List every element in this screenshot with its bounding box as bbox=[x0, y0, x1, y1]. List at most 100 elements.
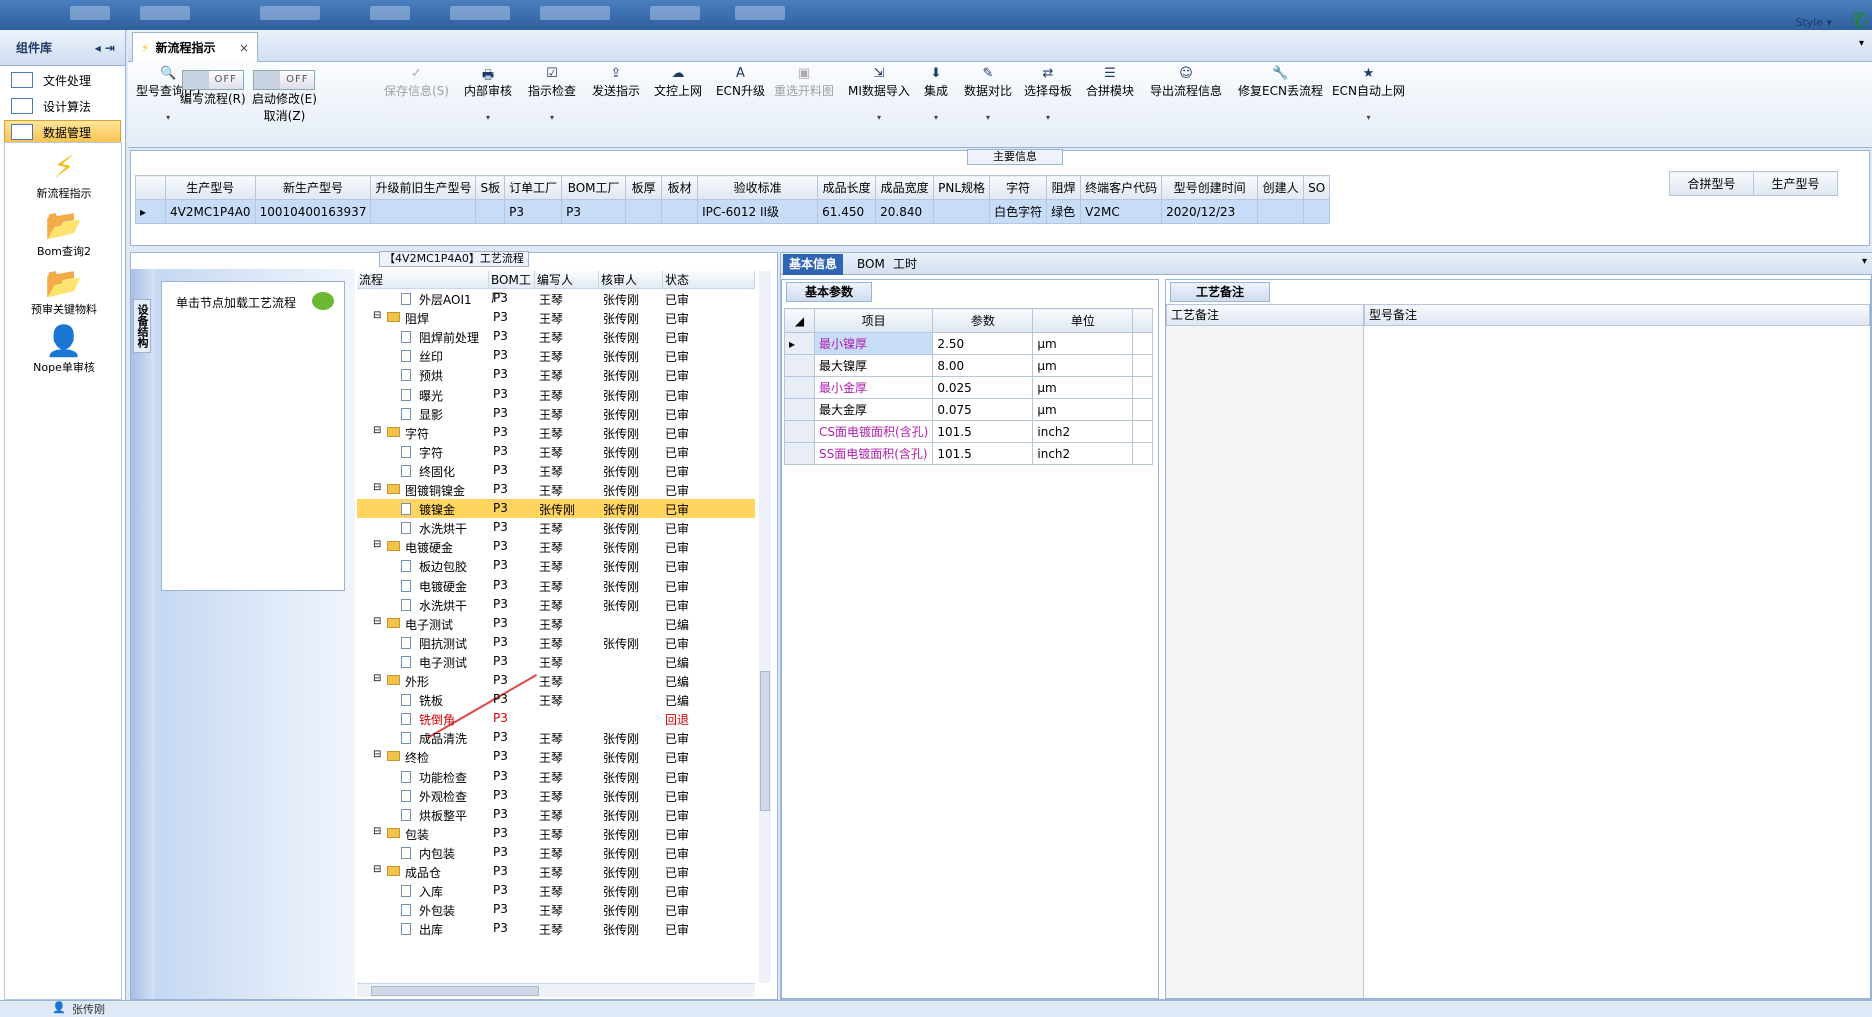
lib-key-material[interactable]: 📂 预审关键物料 bbox=[5, 267, 123, 317]
equipment-tree[interactable]: 单击节点加载工艺流程 bbox=[161, 281, 345, 591]
tree-node[interactable]: 阻焊前处理 P3 王琴 张传刚 已审核 bbox=[357, 327, 755, 346]
param-value[interactable]: 8.00 bbox=[932, 354, 1034, 377]
close-icon[interactable]: × bbox=[239, 41, 249, 55]
col-header[interactable]: BOM工厂 bbox=[561, 175, 627, 200]
ecn-upgrade-button[interactable]: A ECN升级 bbox=[716, 66, 765, 99]
tab-new-flow[interactable]: ⚡ 新流程指示 × bbox=[132, 32, 258, 62]
param-value[interactable]: 0.075 bbox=[932, 398, 1034, 421]
basic-group-tab[interactable]: 基本参数 bbox=[786, 282, 872, 302]
fix-ecn-button[interactable]: 🔧 修复ECN丢流程 bbox=[1238, 66, 1323, 99]
tree-node[interactable]: 电子测试 P3 王琴 已编写 bbox=[357, 652, 755, 671]
tree-node[interactable]: ⊟ 包装 P3 王琴 张传刚 已审核 bbox=[357, 824, 755, 843]
table-row[interactable]: 最大镍厚 8.00 μm bbox=[784, 354, 1154, 377]
cell[interactable]: 白色字符 bbox=[989, 199, 1048, 224]
toggle-switch[interactable]: OFF bbox=[181, 70, 244, 90]
cell[interactable]: 10010400163937 bbox=[254, 199, 372, 224]
save-button[interactable]: ✓ 保存信息(S) bbox=[384, 66, 449, 99]
col-header[interactable]: 验收标准 bbox=[697, 175, 819, 200]
tree-node[interactable]: 丝印 P3 王琴 张传刚 已审核 bbox=[357, 346, 755, 365]
param-unit[interactable]: μm bbox=[1032, 332, 1134, 355]
tree-node[interactable]: 镀镍金 P3 张传刚 张传刚 已审核 bbox=[357, 499, 755, 519]
col-header[interactable]: 成品长度 bbox=[817, 175, 877, 200]
col-header[interactable]: 合拼型号 bbox=[1669, 171, 1754, 196]
equipment-tab[interactable]: 设备结构 bbox=[133, 299, 151, 353]
tree-node[interactable]: 铣倒角 P3 回退 bbox=[357, 709, 755, 728]
param-unit[interactable]: inch2 bbox=[1032, 420, 1134, 443]
col-header[interactable]: 终端客户代码 bbox=[1080, 175, 1163, 200]
tree-node[interactable]: 字符 P3 王琴 张传刚 已审核 bbox=[357, 442, 755, 461]
col-header[interactable]: 流程 bbox=[357, 271, 489, 289]
lib-new-flow[interactable]: ⚡ 新流程指示 bbox=[5, 151, 123, 201]
internal-review-button[interactable]: 🖶 内部审核 ▾ bbox=[464, 66, 512, 122]
nav-design-algorithm[interactable]: 设计算法 bbox=[4, 94, 121, 118]
nav-file-processing[interactable]: 文件处理 bbox=[4, 68, 121, 92]
tree-node[interactable]: 水洗烘干 P3 王琴 张传刚 已审核 bbox=[357, 518, 755, 537]
tree-node[interactable]: ⊟ 字符 P3 王琴 张传刚 已审核 bbox=[357, 423, 755, 442]
cell[interactable] bbox=[1257, 199, 1305, 224]
cell[interactable] bbox=[1303, 199, 1331, 224]
cell[interactable] bbox=[625, 199, 663, 224]
col-header[interactable]: 阻焊 bbox=[1046, 175, 1082, 200]
param-name[interactable]: 最小镍厚 bbox=[813, 332, 934, 355]
expand-icon[interactable]: ⊟ bbox=[373, 482, 381, 493]
col-header[interactable]: 状态 bbox=[663, 271, 755, 289]
ecn-auto-button[interactable]: ★ ECN自动上网 ▾ bbox=[1332, 66, 1405, 122]
col-header[interactable]: 生产型号 bbox=[1753, 171, 1838, 196]
tree-node[interactable]: 内包装 P3 王琴 张传刚 已审核 bbox=[357, 843, 755, 862]
tree-node[interactable]: 外观检查 P3 王琴 张传刚 已审核 bbox=[357, 786, 755, 805]
tree-node[interactable]: 功能检查 P3 王琴 张传刚 已审核 bbox=[357, 767, 755, 786]
tree-node[interactable]: 曝光 P3 王琴 张传刚 已审核 bbox=[357, 385, 755, 404]
cell[interactable] bbox=[933, 199, 991, 224]
tree-node[interactable]: 外层AOI1 P3 王琴 张传刚 已审核 bbox=[357, 289, 755, 308]
param-value[interactable]: 2.50 bbox=[932, 332, 1034, 355]
tree-node[interactable]: 显影 P3 王琴 张传刚 已审核 bbox=[357, 404, 755, 423]
remarks-group-tab[interactable]: 工艺备注 bbox=[1170, 282, 1270, 302]
lib-nope-review[interactable]: 👤 Nope单审核 bbox=[5, 325, 123, 375]
toggle-switch[interactable]: OFF bbox=[253, 70, 316, 90]
tree-node[interactable]: ⊟ 图镀铜镍金 P3 王琴 张传刚 已审核 bbox=[357, 480, 755, 499]
tree-node[interactable]: 出库 P3 王琴 张传刚 已审核 bbox=[357, 919, 755, 938]
col-header[interactable]: 创建人 bbox=[1257, 175, 1305, 200]
tree-node[interactable]: 阻抗测试 P3 王琴 张传刚 已审核 bbox=[357, 633, 755, 652]
col-header[interactable]: 编写人 bbox=[535, 271, 599, 289]
param-value[interactable]: 101.5 bbox=[932, 420, 1034, 443]
export-button[interactable]: ☺ 导出流程信息 bbox=[1150, 66, 1222, 99]
tree-node[interactable]: ⊟ 电镀硬金 P3 王琴 张传刚 已审核 bbox=[357, 537, 755, 556]
param-name[interactable]: 最大金厚 bbox=[813, 398, 934, 421]
table-row[interactable]: ▸ 最小镍厚 2.50 μm bbox=[784, 332, 1154, 355]
cell[interactable] bbox=[370, 199, 477, 224]
integrate-button[interactable]: ⬇ 集成 ▾ bbox=[924, 66, 948, 122]
tree-node[interactable]: 外包装 P3 王琴 张传刚 已审核 bbox=[357, 900, 755, 919]
col-header[interactable]: SO bbox=[1303, 175, 1331, 200]
nav-data-management[interactable]: 数据管理 bbox=[4, 120, 121, 144]
tree-node[interactable]: ⊟ 阻焊 P3 王琴 张传刚 已审核 bbox=[357, 308, 755, 327]
col-header[interactable]: 参数 bbox=[932, 308, 1034, 333]
start-edit-toggle[interactable]: OFF 启动修改(E) 取消(Z) bbox=[252, 70, 317, 124]
style-menu[interactable]: Style ▾ bbox=[1795, 16, 1832, 29]
tree-node[interactable]: 烘板整平 P3 王琴 张传刚 已审核 bbox=[357, 805, 755, 824]
cancel-label[interactable]: 取消(Z) bbox=[264, 109, 306, 123]
col-header[interactable]: 项目 bbox=[813, 308, 934, 333]
merge-module-button[interactable]: ☰ 合拼模块 bbox=[1086, 66, 1134, 99]
tree-node[interactable]: ⊟ 外形 P3 王琴 已编写 bbox=[357, 671, 755, 690]
col-header[interactable]: 成品宽度 bbox=[875, 175, 935, 200]
select-mother-button[interactable]: ⇄ 选择母板 ▾ bbox=[1024, 66, 1072, 122]
col-header[interactable]: S板 bbox=[475, 175, 506, 200]
horizontal-scrollbar[interactable] bbox=[357, 983, 755, 997]
process-tree[interactable]: 流程BOM工厂编写人核审人状态外层AOI1P3王琴张传刚已审核⊟阻焊P3王琴张传… bbox=[357, 271, 773, 983]
col-header[interactable]: 生产型号 bbox=[165, 175, 256, 200]
tree-node[interactable]: 成品清洗 P3 王琴 张传刚 已审核 bbox=[357, 728, 755, 747]
tree-node[interactable]: 水洗烘干 P3 王琴 张传刚 已审核 bbox=[357, 595, 755, 614]
param-name[interactable]: 最大镍厚 bbox=[813, 354, 934, 377]
vertical-scrollbar[interactable] bbox=[759, 271, 771, 983]
param-name[interactable]: 最小金厚 bbox=[813, 376, 934, 399]
col-header[interactable]: 字符 bbox=[989, 175, 1048, 200]
col-header[interactable]: 型号创建时间 bbox=[1161, 175, 1259, 200]
cell[interactable]: 20.840 bbox=[875, 199, 935, 224]
expand-icon[interactable]: ⊟ bbox=[373, 749, 381, 760]
cell[interactable]: IPC-6012 II级 bbox=[697, 199, 819, 224]
col-header[interactable]: 板厚 bbox=[625, 175, 663, 200]
expand-icon[interactable]: ⊟ bbox=[373, 673, 381, 684]
col-header[interactable]: BOM工厂 bbox=[489, 271, 535, 305]
chevron-down-icon[interactable]: ▾ bbox=[1859, 38, 1864, 49]
